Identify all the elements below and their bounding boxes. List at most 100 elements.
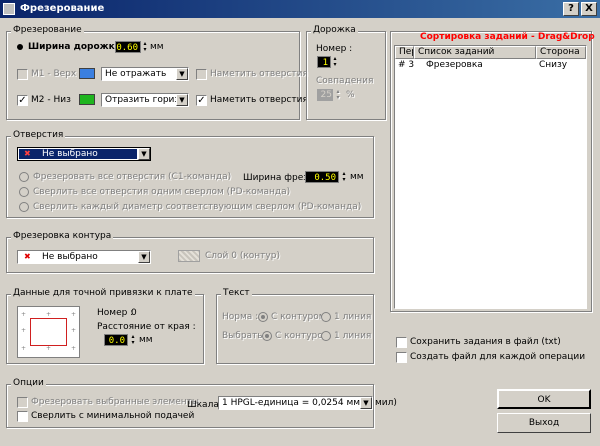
m2-label: M2 - Низ — [31, 95, 71, 105]
m2-mirror-select[interactable]: Отразить гориз. ▼ — [101, 93, 189, 107]
mill-all-holes-label: Фрезеровать все отверстия (C1-команда) — [33, 172, 232, 182]
track-width-unit: мм — [150, 42, 164, 52]
m1-mirror-select[interactable]: Не отражать ▼ — [101, 67, 189, 81]
table-row[interactable]: # 3 Фрезеровка Снизу — [395, 59, 586, 71]
min-feed-checkbox[interactable] — [17, 411, 28, 422]
text-group-label: Текст — [221, 288, 252, 298]
scale-select[interactable]: 1 HPGL-единица = 0,0254 мм (1 мил) ▼ — [218, 396, 397, 410]
cutter-width-spinner[interactable]: ▴ ▾ — [341, 171, 347, 183]
norm-one-line-label: 1 линия — [334, 312, 372, 322]
chevron-down-icon[interactable]: ▼ — [360, 397, 372, 409]
title-bar[interactable]: Фрезерование ? X — [0, 0, 600, 18]
contour-tool-select[interactable]: ✖ Не выбрано ▼ — [17, 250, 151, 264]
file-per-operation-label: Создать файл для каждой операции — [410, 352, 586, 362]
chevron-down-icon[interactable]: ▼ — [138, 148, 150, 160]
track-width-label: Ширина дорожки : — [28, 42, 128, 52]
marker-icon[interactable]: + — [71, 311, 76, 318]
layer-color-swatch[interactable] — [178, 250, 200, 262]
marker-icon[interactable]: + — [21, 311, 26, 318]
m1-mirror-value: Не отражать — [105, 69, 167, 79]
col-jobs-header[interactable]: Список заданий — [414, 46, 536, 59]
marker-icon[interactable]: + — [21, 345, 26, 352]
binding-group-label: Данные для точной привязки к плате — [11, 288, 195, 298]
chevron-down-icon[interactable]: ▼ — [138, 251, 150, 263]
m1-mark-holes-checkbox[interactable] — [196, 69, 207, 80]
marker-icon[interactable]: + — [71, 327, 76, 334]
holes-tool-select[interactable]: ✖ Не выбрано ▼ — [17, 147, 151, 161]
m2-checkbox[interactable]: ✓ — [17, 95, 28, 106]
m1-checkbox[interactable] — [17, 69, 28, 80]
board-preview[interactable]: + + + + + + + + — [17, 306, 80, 358]
binding-number-value: 0 — [131, 308, 137, 318]
tool-icon: ✖ — [24, 149, 31, 158]
track-number-input[interactable]: 1 — [317, 56, 331, 68]
marker-icon[interactable]: + — [21, 327, 26, 334]
mill-selected-checkbox[interactable] — [17, 397, 28, 408]
m1-label: M1 - Верх — [31, 69, 77, 79]
col-pen-header[interactable]: Перо — [395, 46, 414, 59]
bullet-icon — [17, 44, 23, 50]
board-outline — [30, 318, 67, 346]
cutter-width-unit: мм — [350, 172, 364, 182]
match-unit: % — [346, 90, 355, 100]
edge-distance-spinner[interactable]: ▴ ▾ — [130, 334, 136, 346]
marker-icon[interactable]: + — [71, 345, 76, 352]
binding-number-label: Номер : — [97, 308, 134, 318]
chevron-down-icon[interactable]: ▼ — [176, 68, 188, 80]
marker-icon[interactable]: + — [46, 345, 51, 352]
track-width-input[interactable]: 0.60 — [115, 41, 141, 53]
edge-distance-label: Расстояние от края : — [97, 322, 196, 332]
norm-one-line-radio[interactable] — [321, 312, 331, 322]
match-input[interactable]: 25 — [317, 89, 333, 101]
select-with-contour-radio[interactable] — [262, 331, 272, 341]
mill-selected-label: Фрезеровать выбранные элементы — [31, 397, 200, 407]
mill-all-holes-radio[interactable] — [19, 172, 29, 182]
track-number-spinner[interactable]: ▴ ▾ — [332, 56, 338, 68]
tool-icon: ✖ — [24, 252, 31, 261]
ok-button[interactable]: OK — [497, 389, 591, 409]
row-side: Снизу — [539, 60, 568, 70]
track-width-spinner[interactable]: ▴ ▾ — [142, 41, 148, 53]
row-job: Фрезеровка — [426, 60, 483, 70]
col-side-header[interactable]: Сторона — [536, 46, 586, 59]
save-jobs-checkbox[interactable] — [396, 337, 407, 348]
drill-one-bit-radio[interactable] — [19, 187, 29, 197]
chevron-down-icon[interactable]: ▼ — [176, 94, 188, 106]
app-icon — [3, 3, 15, 15]
cutter-width-input[interactable]: 0.50 — [305, 171, 339, 183]
marker-icon[interactable]: + — [46, 311, 51, 318]
contour-layer-label: Слой 0 (контур) — [205, 251, 280, 261]
close-icon[interactable]: X — [581, 2, 597, 16]
contour-group-label: Фрезеровка контура — [11, 231, 114, 241]
help-button[interactable]: ? — [563, 2, 579, 16]
m2-mark-holes-label: Наметить отверстия — [210, 95, 308, 105]
jobs-title: Сортировка заданий - Drag&Drop — [420, 32, 595, 42]
min-feed-label: Сверлить с минимальной подачей — [31, 411, 195, 421]
window-title: Фрезерование — [20, 3, 105, 14]
m2-color-swatch[interactable] — [79, 94, 95, 105]
match-label: Совпадения — [316, 76, 374, 86]
select-one-line-label: 1 линия — [334, 331, 372, 341]
norm-with-contour-radio[interactable] — [258, 312, 268, 322]
exit-button[interactable]: Выход — [497, 413, 591, 433]
norm-with-contour-label: С контуром — [271, 312, 326, 322]
drill-each-diameter-radio[interactable] — [19, 202, 29, 212]
options-group-label: Опции — [11, 378, 46, 388]
track-number-label: Номер : — [316, 44, 353, 54]
contour-tool-value: Не выбрано — [42, 252, 98, 262]
jobs-list[interactable]: Перо Список заданий Сторона # 3 Фрезеров… — [394, 45, 587, 309]
select-one-line-radio[interactable] — [321, 331, 331, 341]
file-per-operation-checkbox[interactable] — [396, 352, 407, 363]
drill-each-diameter-label: Сверлить каждый диаметр соответствующим … — [33, 202, 362, 212]
holes-tool-value: Не выбрано — [42, 149, 98, 159]
m2-mark-holes-checkbox[interactable]: ✓ — [196, 95, 207, 106]
m1-color-swatch[interactable] — [79, 68, 95, 79]
save-jobs-label: Сохранить задания в файл (txt) — [410, 337, 561, 347]
milling-group-label: Фрезерование — [11, 25, 84, 35]
m1-mark-holes-label: Наметить отверстия — [210, 69, 308, 79]
m2-mirror-value: Отразить гориз. — [105, 95, 183, 105]
match-spinner[interactable]: ▴ ▾ — [335, 89, 341, 101]
drill-one-bit-label: Сверлить все отверстия одним сверлом (PD… — [33, 187, 291, 197]
edge-distance-input[interactable]: 0.0 — [104, 334, 128, 346]
row-pen: # 3 — [398, 60, 415, 70]
